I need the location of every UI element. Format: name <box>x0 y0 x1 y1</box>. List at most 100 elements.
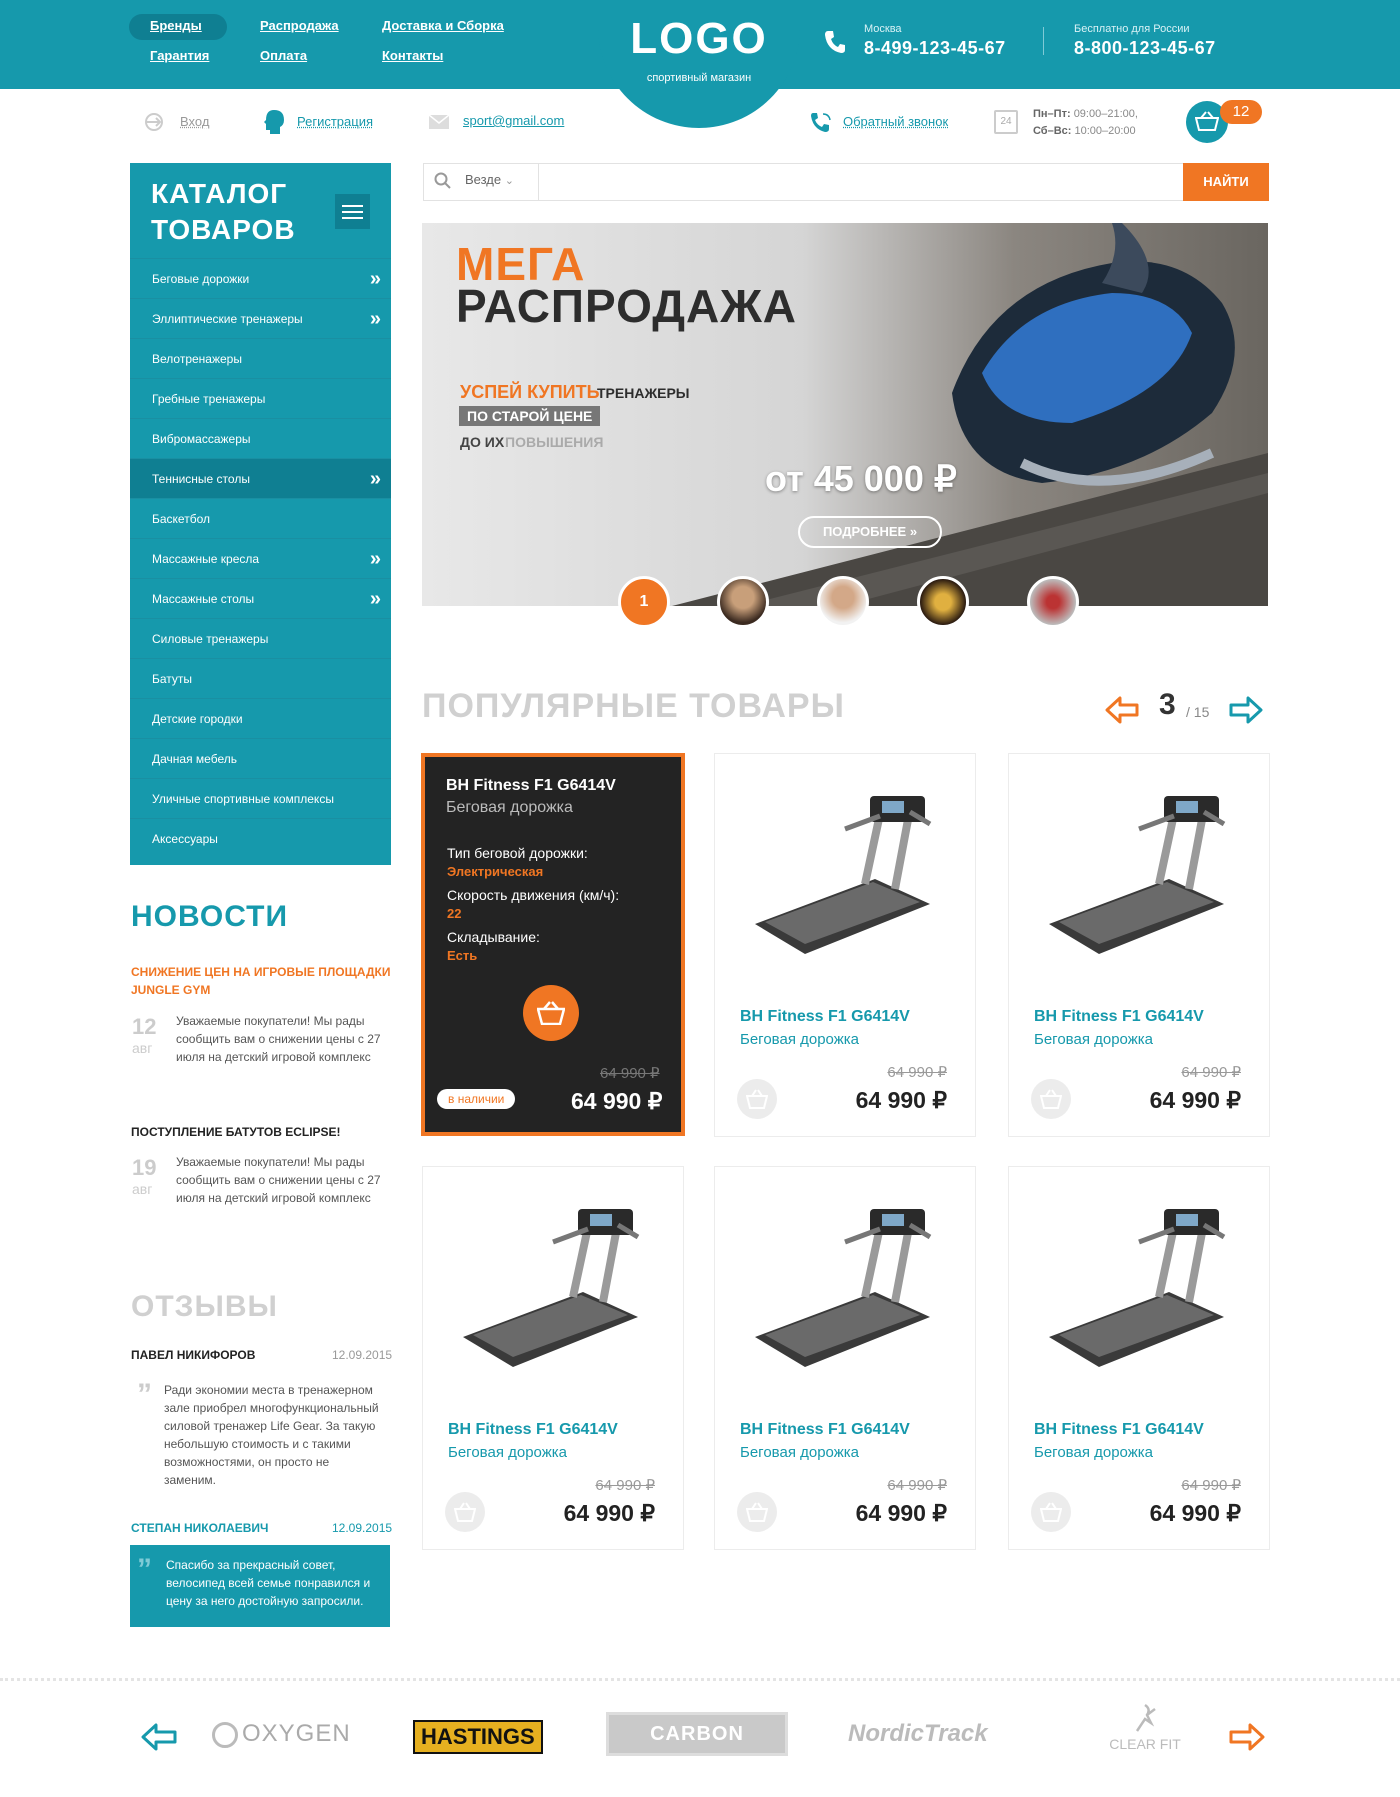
catalog-menu-button[interactable] <box>335 194 370 229</box>
news-headline[interactable]: ПОСТУПЛЕНИЕ БАТУТОВ ECLIPSE! <box>131 1123 391 1141</box>
product-name[interactable]: BH Fitness F1 G6414V <box>448 1421 618 1439</box>
callback-link[interactable]: Обратный звонок <box>843 114 948 129</box>
arrow-left-icon[interactable] <box>1105 695 1139 725</box>
catalog-item[interactable]: Дачная мебель <box>130 738 391 778</box>
catalog-item[interactable]: Массажные кресла » <box>130 538 391 578</box>
brands-arrow-right-icon[interactable] <box>1229 1722 1265 1752</box>
search-scope-select[interactable]: Везде ⌄ <box>465 172 514 187</box>
product-type: Беговая дорожка <box>740 1444 859 1461</box>
product-card[interactable]: BH Fitness F1 G6414V Беговая дорожка 64 99… <box>1008 1166 1270 1550</box>
search-input[interactable] <box>545 168 1175 196</box>
hours-weekend: 10:00–20:00 <box>1074 125 1136 137</box>
catalog-item[interactable]: Гребные тренажеры <box>130 378 391 418</box>
banner-more-label: ПОДРОБНЕЕ <box>822 524 907 539</box>
product-name[interactable]: BH Fitness F1 G6414V <box>1034 1421 1204 1439</box>
basket-icon <box>537 1001 565 1025</box>
banner-line3: ДО ИХ <box>460 434 505 450</box>
hours-weekend-label: Сб–Вс: <box>1033 125 1072 137</box>
product-card[interactable]: BH Fitness F1 G6414V Беговая дорожка 64 99… <box>714 1166 976 1550</box>
pagination-total: / 15 <box>1186 704 1210 720</box>
logo[interactable]: LOGO <box>598 14 800 64</box>
nav-contacts-link[interactable]: Контакты <box>382 48 443 63</box>
product-type: Беговая дорожка <box>1034 1444 1153 1461</box>
phone1-number[interactable]: 8-499-123-45-67 <box>864 38 1006 59</box>
catalog-item[interactable]: Детские городки <box>130 698 391 738</box>
add-to-cart-button[interactable] <box>737 1079 777 1119</box>
catalog-item[interactable]: Велотренажеры <box>130 338 391 378</box>
catalog-item-label: Батуты <box>152 672 193 686</box>
catalog-item-label: Баскетбол <box>152 512 210 526</box>
email-link[interactable]: sport@gmail.com <box>463 113 564 128</box>
product-price: 64 990 ₽ <box>855 1087 947 1113</box>
banner-more-button[interactable]: ПОДРОБНЕЕ » <box>798 516 942 548</box>
add-to-cart-button[interactable] <box>1031 1492 1071 1532</box>
catalog-item[interactable]: Беговые дорожки » <box>130 258 391 298</box>
brands-arrow-left-icon[interactable] <box>141 1722 177 1752</box>
brand-logo-carbon[interactable]: CARBON <box>606 1712 788 1756</box>
product-name[interactable]: BH Fitness F1 G6414V <box>740 1421 910 1439</box>
news-headline[interactable]: СНИЖЕНИЕ ЦЕН НА ИГРОВЫЕ ПЛОЩАДКИ JUNGLE … <box>131 963 391 999</box>
product-name[interactable]: BH Fitness F1 G6414V <box>1034 1008 1204 1026</box>
banner-line2: ПО СТАРОЙ ЦЕНЕ <box>459 406 601 426</box>
slider-thumb-fitness-woman[interactable] <box>717 576 769 628</box>
pagination-current: 3 <box>1159 688 1176 721</box>
slider-dot-active[interactable]: 1 <box>618 576 670 628</box>
add-to-cart-button[interactable] <box>445 1492 485 1532</box>
product-image[interactable] <box>1039 784 1229 959</box>
add-to-cart-button[interactable] <box>523 985 579 1041</box>
nav-delivery-link[interactable]: Доставка и Сборка <box>382 18 504 33</box>
login-link[interactable]: Вход <box>180 114 209 129</box>
in-stock-badge: в наличии <box>437 1089 516 1109</box>
product-image[interactable] <box>745 784 935 959</box>
catalog-item-label: Детские городки <box>152 712 243 726</box>
catalog-item[interactable]: Силовые тренажеры <box>130 618 391 658</box>
catalog-item[interactable]: Батуты <box>130 658 391 698</box>
logo-subtitle: спортивный магазин <box>646 72 752 84</box>
catalog-item-label: Велотренажеры <box>152 352 242 366</box>
arrow-right-icon[interactable] <box>1229 695 1263 725</box>
catalog-item[interactable]: Уличные спортивные комплексы <box>130 778 391 818</box>
product-name[interactable]: BH Fitness F1 G6414V <box>740 1008 910 1026</box>
basket-icon <box>1040 1089 1062 1109</box>
basket-icon <box>454 1502 476 1522</box>
brand-logo-nordictrack[interactable]: NordicTrack <box>848 1720 988 1748</box>
brand-logo-oxygen[interactable]: OXYGEN <box>212 1720 351 1748</box>
product-image[interactable] <box>1039 1197 1229 1372</box>
catalog-item[interactable]: Массажные столы » <box>130 578 391 618</box>
phone-icon <box>825 31 845 53</box>
product-old-price: 64 990 ₽ <box>887 1477 947 1494</box>
basket-icon <box>746 1089 768 1109</box>
oxygen-ring-icon <box>212 1721 238 1748</box>
product-old-price: 64 990 ₽ <box>1181 1064 1241 1081</box>
register-link[interactable]: Регистрация <box>297 114 373 129</box>
product-image[interactable] <box>745 1197 935 1372</box>
nav-sale-link[interactable]: Распродажа <box>260 18 339 33</box>
product-card[interactable]: BH Fitness F1 G6414V Беговая дорожка 64 99… <box>1008 753 1270 1137</box>
catalog-item[interactable]: Эллиптические тренажеры » <box>130 298 391 338</box>
catalog-item-label: Теннисные столы <box>152 472 250 486</box>
add-to-cart-button[interactable] <box>1031 1079 1071 1119</box>
nav-brands-link[interactable]: Бренды <box>150 18 202 33</box>
product-card[interactable]: BH Fitness F1 G6414V Беговая дорожка 64 99… <box>422 1166 684 1550</box>
spec3-label: Складывание: <box>447 929 540 945</box>
slider-thumb-bikes[interactable] <box>1027 576 1079 628</box>
product-name[interactable]: BH Fitness F1 G6414V <box>446 777 616 795</box>
quote-icon: ” <box>137 1553 152 1586</box>
product-price: 64 990 ₽ <box>571 1088 663 1114</box>
phone2-number[interactable]: 8-800-123-45-67 <box>1074 38 1216 59</box>
slider-thumb-cyclist[interactable] <box>917 576 969 628</box>
nav-payment-link[interactable]: Оплата <box>260 48 307 63</box>
catalog-item[interactable]: Вибромассажеры <box>130 418 391 458</box>
search-button[interactable]: НАЙТИ <box>1183 163 1269 201</box>
catalog-item[interactable]: Теннисные столы » <box>130 458 391 498</box>
brand-logo-clearfit[interactable]: CLEAR FIT <box>1097 1703 1193 1752</box>
brand-logo-hastings[interactable]: HASTINGS <box>413 1720 543 1754</box>
add-to-cart-button[interactable] <box>737 1492 777 1532</box>
catalog-item[interactable]: Баскетбол <box>130 498 391 538</box>
product-price: 64 990 ₽ <box>1149 1500 1241 1526</box>
product-card[interactable]: BH Fitness F1 G6414V Беговая дорожка 64 99… <box>714 753 976 1137</box>
product-image[interactable] <box>453 1197 643 1372</box>
slider-thumb-athlete[interactable] <box>817 576 869 628</box>
catalog-item[interactable]: Аксессуары <box>130 818 391 858</box>
nav-warranty-link[interactable]: Гарантия <box>150 48 209 63</box>
